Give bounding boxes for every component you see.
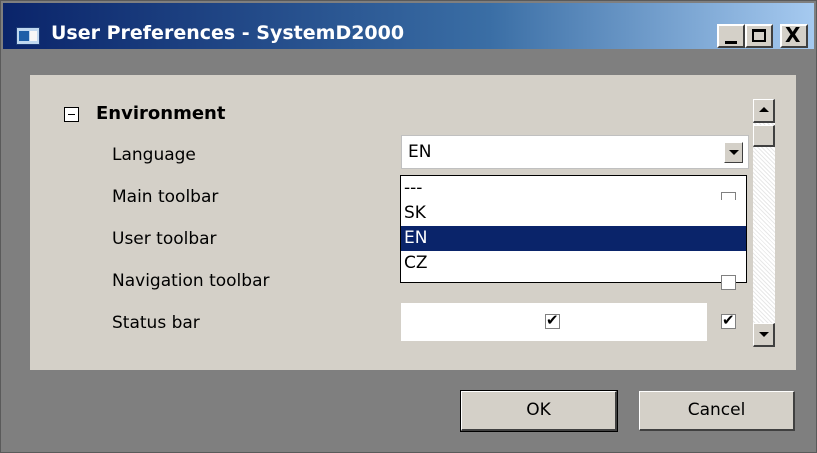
checkmark-icon: ✔ [546,311,559,329]
status-bar-secondary-checkbox[interactable]: ✔ [721,311,736,329]
section-title: Environment [96,103,226,124]
main-toolbar-checkbox[interactable] [721,192,736,200]
close-button[interactable]: X [780,24,808,48]
scroll-down-icon[interactable] [753,323,775,347]
title-bar[interactable]: User Preferences - SystemD2000 X [3,3,814,49]
language-option-selected[interactable]: EN [401,226,746,251]
property-panel: Environment Language Main toolbar User t… [30,75,796,370]
window-title: User Preferences - SystemD2000 [51,22,405,44]
scroll-up-icon[interactable] [753,99,775,123]
scrollbar-thumb[interactable] [753,125,775,147]
vertical-scrollbar[interactable] [753,99,775,347]
collapse-icon[interactable] [64,107,79,122]
status-bar-label: Status bar [112,313,200,333]
minimize-button[interactable] [717,24,745,48]
navigation-toolbar-label: Navigation toolbar [112,271,270,291]
checkmark-icon: ✔ [722,311,735,329]
status-bar-field[interactable]: ✔ [401,303,707,341]
main-toolbar-label: Main toolbar [112,187,219,207]
close-icon: X [785,23,801,47]
maximize-button[interactable] [745,24,773,48]
minimize-icon [725,41,737,44]
app-icon [16,27,40,45]
language-select-value: EN [408,142,432,162]
language-option[interactable]: --- [401,176,746,201]
chevron-down-icon[interactable] [724,142,743,163]
maximize-icon [752,29,766,42]
language-option[interactable]: SK [401,201,746,226]
language-select[interactable]: EN [401,135,749,169]
status-bar-checkbox[interactable]: ✔ [545,311,560,329]
ok-button[interactable]: OK [460,390,618,432]
user-toolbar-label: User toolbar [112,229,217,249]
preferences-window: User Preferences - SystemD2000 X Environ… [0,0,817,453]
language-option[interactable]: CZ [401,251,746,276]
language-label: Language [112,145,196,165]
cancel-button[interactable]: Cancel [639,391,795,431]
navigation-toolbar-checkbox[interactable] [721,275,736,290]
language-dropdown-list: --- SK EN CZ [400,175,747,283]
